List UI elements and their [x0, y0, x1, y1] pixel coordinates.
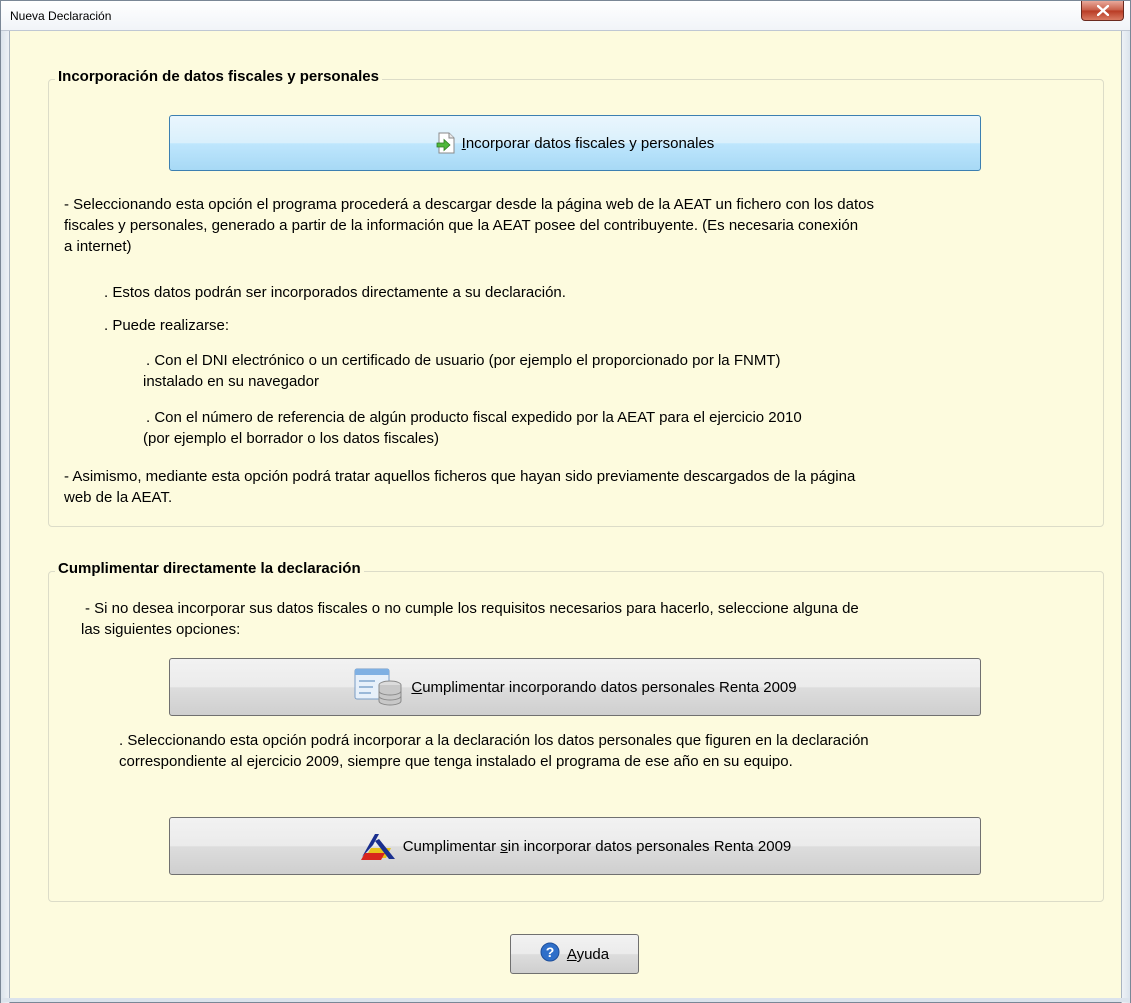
intro-line: - Si no desea incorporar sus datos fisca… [85, 600, 859, 617]
window-title: Nueva Declaración [10, 9, 112, 23]
aeat-logo-icon [359, 831, 397, 861]
cumplimentar-intro: - Si no desea incorporar sus datos fisca… [81, 598, 859, 640]
close-button[interactable] [1081, 1, 1124, 21]
description-line: correspondiente al ejercicio 2009, siemp… [119, 753, 793, 770]
sub-option-line: instalado en su navegador [143, 373, 319, 390]
svg-text:?: ? [546, 944, 555, 960]
close-icon [1096, 5, 1109, 16]
sub-option-line: (por ejemplo el borrador o los datos fis… [143, 430, 439, 447]
description-line: - Seleccionando esta opción el programa … [64, 196, 874, 213]
help-icon: ? [540, 942, 560, 966]
description-line: fiscales y personales, generado a partir… [64, 217, 859, 234]
ayuda-label: Ayuda [566, 945, 610, 963]
incorporar-datos-button[interactable]: Incorporar datos fiscales y personales [169, 115, 981, 171]
title-bar[interactable]: Nueva Declaración [1, 1, 1130, 31]
group-incorporacion-legend: Incorporación de datos fiscales y person… [55, 68, 382, 85]
cumplimentar-sin-incorporar-button[interactable]: Cumplimentar sin incorporar datos person… [169, 817, 981, 875]
sub-option-line: . Con el DNI electrónico o un certificad… [146, 352, 781, 369]
incorporacion-description: - Seleccionando esta opción el programa … [64, 194, 1104, 257]
bullet-puede-realizarse: . Puede realizarse: [104, 317, 230, 334]
sub-option-line: . Con el número de referencia de algún p… [146, 409, 802, 426]
incorporar-datos-label: Incorporar datos fiscales y personales [461, 134, 715, 152]
cumplimentar-incorporando-description: . Seleccionando esta opción podrá incorp… [119, 730, 869, 772]
intro-line: las siguientes opciones: [81, 621, 241, 638]
window-frame-right [1121, 31, 1130, 1003]
document-arrow-icon [436, 132, 456, 154]
bullet-incorporados: . Estos datos podrán ser incorporados di… [104, 284, 566, 301]
sub-option-referencia: . Con el número de referencia de algún p… [143, 407, 802, 449]
asimismo-line: web de la AEAT. [64, 489, 173, 506]
dialog-window: Nueva Declaración Incorporación de datos… [0, 0, 1131, 1003]
ayuda-button[interactable]: ? Ayuda [510, 934, 639, 974]
cumplimentar-sin-incorporar-label: Cumplimentar sin incorporar datos person… [402, 837, 792, 855]
window-frame-bottom [1, 998, 1130, 1002]
sub-option-dni: . Con el DNI electrónico o un certificad… [143, 350, 780, 392]
cumplimentar-incorporando-button[interactable]: Cumplimentar incorporando datos personal… [169, 658, 981, 716]
asimismo-line: - Asimismo, mediante esta opción podrá t… [64, 468, 856, 485]
cumplimentar-incorporando-label: Cumplimentar incorporando datos personal… [411, 678, 797, 696]
window-frame-left [1, 31, 10, 1003]
group-cumplimentar-legend: Cumplimentar directamente la declaración [55, 560, 364, 577]
description-line: a internet) [64, 238, 132, 255]
description-line: . Seleccionando esta opción podrá incorp… [119, 732, 869, 749]
database-window-icon [353, 667, 405, 707]
asimismo-paragraph: - Asimismo, mediante esta opción podrá t… [64, 466, 855, 508]
